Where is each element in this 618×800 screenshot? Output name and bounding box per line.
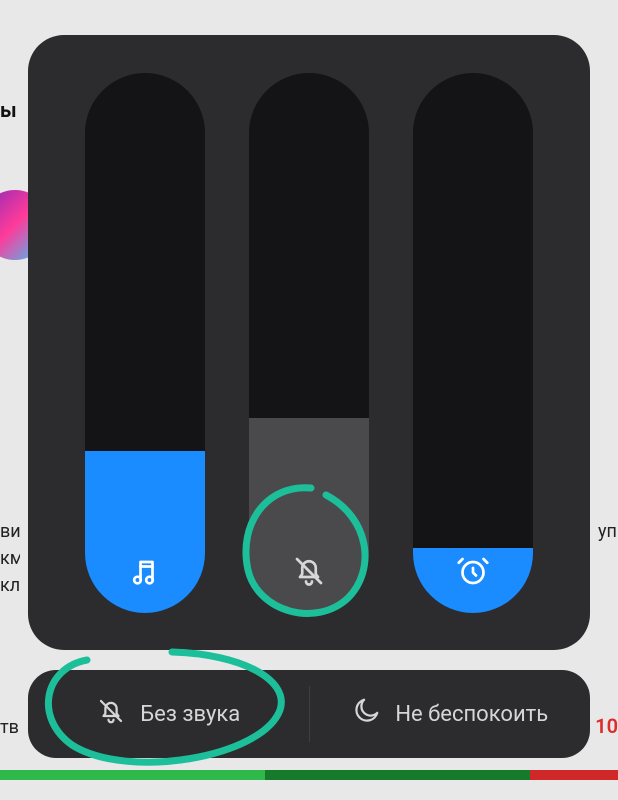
mute-button-label: Без звука xyxy=(140,702,240,727)
bg-text-right: уп xyxy=(598,518,618,545)
moon-icon xyxy=(351,696,381,732)
volume-panel xyxy=(28,35,590,650)
mute-button[interactable]: Без звука xyxy=(28,670,309,758)
ring-volume-slider[interactable] xyxy=(249,73,369,613)
dnd-button[interactable]: Не беспокоить xyxy=(310,670,591,758)
bell-mute-icon xyxy=(289,551,329,591)
alarm-volume-slider[interactable] xyxy=(413,73,533,613)
sound-mode-bar: Без звука Не беспокоить xyxy=(28,670,590,758)
music-note-icon xyxy=(125,551,165,591)
bg-label-right: 10 xyxy=(595,714,618,738)
alarm-clock-icon xyxy=(453,551,493,591)
dnd-button-label: Не беспокоить xyxy=(395,702,548,727)
bell-mute-icon xyxy=(96,696,126,732)
media-volume-slider[interactable] xyxy=(85,73,205,613)
bg-heading-fragment: ы xyxy=(0,98,17,122)
bg-progress-bar xyxy=(0,770,618,780)
bg-text-left: ви км кл xyxy=(0,518,20,599)
bg-label-left: тв xyxy=(0,717,19,738)
